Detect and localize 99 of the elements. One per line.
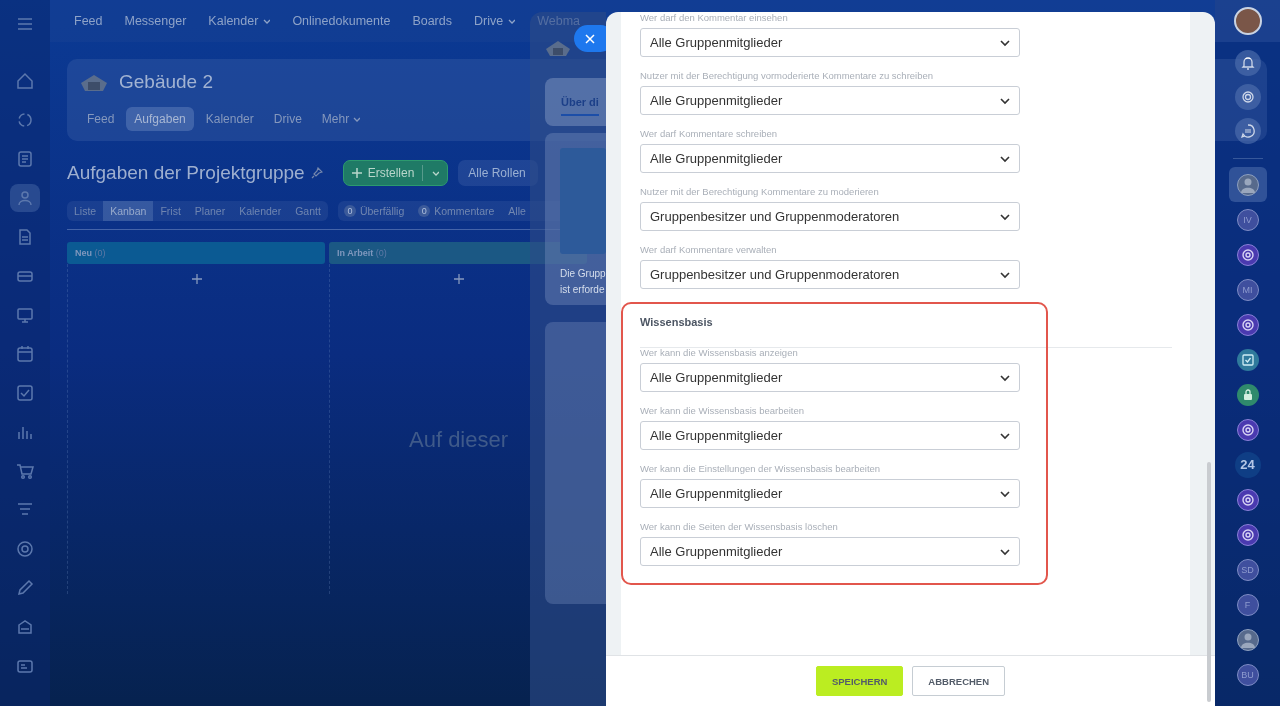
field-label: Wer darf Kommentare verwalten xyxy=(640,244,778,256)
dropdown-field[interactable]: Alle Gruppenmitglieder xyxy=(640,479,1020,508)
swirl-icon xyxy=(1240,247,1255,262)
dropdown-field[interactable]: Gruppenbesitzer und Gruppenmoderatoren xyxy=(640,202,1020,231)
counter-filter[interactable]: 0 Überfällig xyxy=(343,201,405,221)
nav-link[interactable]: Drive xyxy=(474,14,516,28)
checkbox-icon[interactable] xyxy=(16,384,34,402)
field-label: Wer darf Kommentare schreiben xyxy=(640,128,779,140)
create-button[interactable]: Erstellen xyxy=(342,160,449,186)
field-label: Wer kann die Wissensbasis anzeigen xyxy=(640,347,799,359)
save-button[interactable]: SPEICHERN xyxy=(815,666,904,696)
group-tab[interactable]: Drive xyxy=(265,107,310,131)
swirl-icon xyxy=(1240,422,1255,437)
swirl-icon xyxy=(1240,492,1255,507)
group-picture-icon xyxy=(544,38,572,58)
nav-link[interactable]: Feed xyxy=(74,14,103,28)
chat-avatar[interactable] xyxy=(1236,243,1259,266)
group-tab[interactable]: Kalender xyxy=(197,107,262,131)
field-label: Wer kann die Wissensbasis bearbeiten xyxy=(640,405,806,417)
chat-logo[interactable]: 24 xyxy=(1234,451,1261,478)
avatar-initials[interactable]: F xyxy=(1236,593,1259,616)
pin-icon[interactable] xyxy=(310,167,323,179)
user-avatar[interactable] xyxy=(1233,7,1262,35)
view-tab[interactable]: Frist xyxy=(153,201,188,221)
chat-avatar[interactable] xyxy=(1236,523,1259,546)
count-badge: 0 xyxy=(418,205,431,217)
counter-filter[interactable]: 0 Kommentare xyxy=(418,201,495,221)
people-icon[interactable] xyxy=(16,189,34,207)
group-name: Gebäude 2 xyxy=(119,71,214,93)
column-header: Neu (0) xyxy=(67,242,325,264)
plus-icon[interactable] xyxy=(191,274,202,284)
close-icon xyxy=(585,33,595,44)
id-card-icon[interactable] xyxy=(16,657,34,675)
chat-icon[interactable] xyxy=(1238,122,1257,140)
nav-link[interactable]: Boards xyxy=(412,14,452,28)
pen-icon[interactable] xyxy=(16,579,34,597)
box-icon[interactable] xyxy=(16,618,34,636)
presentation-icon[interactable] xyxy=(16,306,34,324)
view-tab[interactable]: Kanban xyxy=(103,201,154,221)
chat-avatar[interactable] xyxy=(1236,383,1259,406)
nav-link[interactable]: Kalender xyxy=(208,14,271,28)
nav-link[interactable]: Messenger xyxy=(124,14,187,28)
field-label: Wer darf den Kommentar einsehen xyxy=(640,12,789,24)
count-badge: 0 xyxy=(343,205,356,217)
cycle-icon[interactable] xyxy=(16,111,34,129)
chat-avatar[interactable] xyxy=(1236,418,1259,441)
avatar-initials[interactable]: SD xyxy=(1236,558,1259,581)
chat-avatar[interactable] xyxy=(1236,348,1259,371)
person-silhouette-icon xyxy=(1239,631,1256,648)
menu-icon[interactable] xyxy=(16,15,34,33)
dropdown-field[interactable]: Alle Gruppenmitglieder xyxy=(640,144,1020,173)
nav-link[interactable]: Onlinedokumente xyxy=(292,14,391,28)
dropdown-field[interactable]: Alle Gruppenmitglieder xyxy=(640,363,1020,392)
counter-filter[interactable]: Alle xyxy=(508,201,526,221)
calendar-icon[interactable] xyxy=(16,345,34,363)
checkbox-icon xyxy=(1240,352,1255,367)
cancel-button[interactable]: ABBRECHEN xyxy=(912,666,1006,696)
avatar-initials[interactable]: BU xyxy=(1236,663,1259,686)
newspaper-icon[interactable] xyxy=(16,150,34,168)
field-label: Wer kann die Seiten der Wissensbasis löschen xyxy=(640,521,839,533)
document-icon[interactable] xyxy=(16,228,34,246)
chat-avatar[interactable] xyxy=(1236,313,1259,336)
info-text: Die Grupp ist erforde xyxy=(560,267,606,297)
avatar-initials[interactable]: IV xyxy=(1236,208,1259,231)
dropdown-field[interactable]: Alle Gruppenmitglieder xyxy=(640,421,1020,450)
field-label: Nutzer mit der Berechtigung vormoderierte Kommentare zu schreiben xyxy=(640,70,935,82)
group-tab[interactable]: Feed xyxy=(79,107,123,131)
swirl-icon xyxy=(1240,527,1255,542)
group-tab[interactable]: Aufgaben xyxy=(126,107,194,131)
field-label: Nutzer mit der Berechtigung Kommentare zu moderieren xyxy=(640,186,880,198)
close-button[interactable] xyxy=(574,25,606,52)
dropdown-field[interactable]: Alle Gruppenmitglieder xyxy=(640,86,1020,115)
view-tab[interactable]: Planer xyxy=(187,201,233,221)
chevron-icon xyxy=(352,115,361,123)
chevron-icon xyxy=(431,169,440,177)
person-silhouette-icon xyxy=(1239,176,1256,193)
target-icon[interactable] xyxy=(16,540,34,558)
section-title: Wissensbasis xyxy=(640,316,714,328)
dropdown-field[interactable]: Gruppenbesitzer und Gruppenmoderatoren xyxy=(640,260,1020,289)
chat-avatar[interactable] xyxy=(1236,488,1259,511)
view-tab[interactable]: Gantt xyxy=(288,201,328,221)
plus-icon[interactable] xyxy=(453,274,464,284)
home-icon[interactable] xyxy=(16,72,34,90)
field-label: Wer kann die Einstellungen der Wissensbasis bearbeiten xyxy=(640,463,882,475)
swirl-icon xyxy=(1240,317,1255,332)
chevron-icon xyxy=(262,17,271,25)
scrollbar[interactable] xyxy=(1207,462,1211,702)
avatar[interactable] xyxy=(1236,173,1259,196)
plus-icon xyxy=(351,168,362,178)
dropdown-field[interactable]: Alle Gruppenmitglieder xyxy=(640,28,1020,57)
group-tab[interactable]: Mehr xyxy=(313,107,369,131)
cart-icon[interactable] xyxy=(16,462,34,480)
chevron-icon xyxy=(507,17,516,25)
avatar-initials[interactable]: MI xyxy=(1236,278,1259,301)
view-tab[interactable]: Liste xyxy=(67,201,104,221)
dropdown-field[interactable]: Alle Gruppenmitglieder xyxy=(640,537,1020,566)
page-title: Aufgaben der Projektgruppe xyxy=(67,162,305,184)
view-tab[interactable]: Kalender xyxy=(232,201,289,221)
avatar[interactable] xyxy=(1236,628,1259,651)
